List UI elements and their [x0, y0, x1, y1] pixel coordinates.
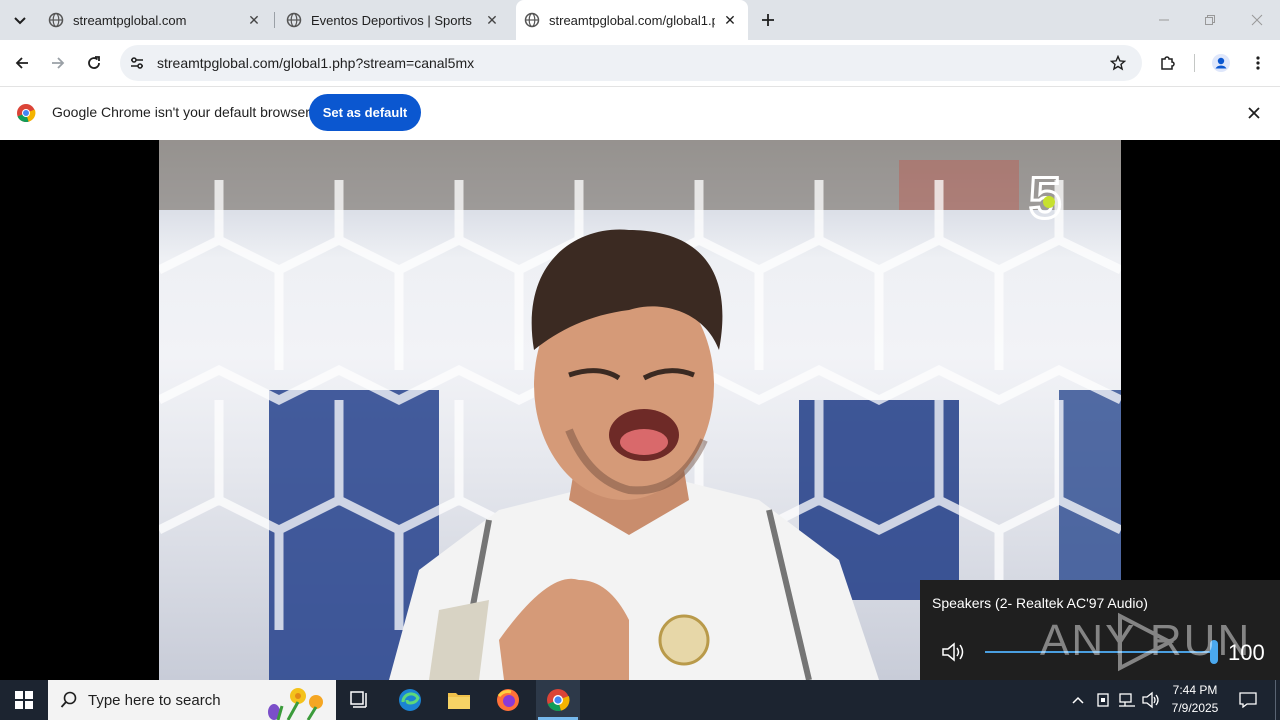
close-window-button[interactable]: [1234, 0, 1280, 40]
tab-search-button[interactable]: [6, 6, 34, 34]
bookmark-button[interactable]: [1104, 49, 1132, 77]
tab-title: Eventos Deportivos | Sports Eve: [311, 12, 476, 28]
puzzle-icon: [1161, 56, 1175, 70]
close-icon: [1251, 14, 1263, 26]
more-vert-icon: [1256, 56, 1260, 70]
notification-center-button[interactable]: [1228, 680, 1268, 720]
chrome-icon: [547, 689, 570, 712]
clock-date[interactable]: 7/9/2025: [1166, 701, 1224, 715]
toolbar-divider: [1194, 54, 1195, 72]
task-view-button[interactable]: [340, 680, 380, 720]
tune-icon: [131, 57, 143, 69]
edge-icon: [399, 689, 421, 711]
start-button[interactable]: [0, 680, 48, 720]
clock-time[interactable]: 7:44 PM: [1166, 683, 1224, 697]
device-tray-icon[interactable]: [1095, 692, 1111, 708]
task-view-icon: [350, 691, 367, 708]
channel-logo-star-icon: [1043, 196, 1055, 208]
reload-icon: [88, 56, 100, 69]
anyrun-watermark: ANY RUN: [1040, 612, 1249, 672]
search-placeholder: Type here to search: [88, 692, 221, 709]
tab-1[interactable]: streamtpglobal.com ✕: [40, 0, 272, 40]
site-info-button[interactable]: [123, 49, 151, 77]
search-icon: [60, 691, 77, 708]
plus-icon: [762, 14, 774, 26]
show-desktop-button[interactable]: [1275, 680, 1276, 720]
taskbar-edge[interactable]: [390, 680, 430, 720]
tab-divider: [274, 12, 275, 28]
taskbar-file-explorer[interactable]: [439, 680, 479, 720]
tab-3-active[interactable]: streamtpglobal.com/global1.ph ✕: [516, 0, 748, 40]
folder-icon: [448, 693, 470, 709]
tab-title: streamtpglobal.com: [73, 12, 187, 28]
search-highlight-flowers-icon: [268, 688, 323, 720]
restore-icon: [1205, 15, 1215, 25]
volume-tray-icon[interactable]: [1141, 691, 1161, 709]
windows-logo-icon: [15, 691, 33, 709]
globe-icon: [524, 12, 540, 28]
close-icon[interactable]: ✕: [722, 12, 738, 28]
set-as-default-button[interactable]: Set as default: [309, 94, 421, 131]
taskbar-chrome-active[interactable]: [536, 680, 580, 720]
close-icon: [1248, 107, 1260, 119]
extensions-button[interactable]: [1154, 49, 1182, 77]
close-icon[interactable]: ✕: [246, 12, 262, 28]
chevron-down-icon: [14, 17, 26, 25]
reload-button[interactable]: [80, 49, 108, 77]
chrome-logo-icon: [17, 104, 36, 123]
globe-icon: [48, 12, 64, 28]
arrow-left-icon: [15, 57, 28, 69]
firefox-icon: [497, 689, 519, 711]
network-icon[interactable]: [1118, 692, 1136, 708]
minimize-icon: [1159, 19, 1169, 21]
audio-device-name[interactable]: Speakers (2- Realtek AC'97 Audio): [932, 595, 1148, 611]
arrow-right-icon: [52, 57, 65, 69]
mute-button[interactable]: [940, 638, 968, 666]
url-text[interactable]: streamtpglobal.com/global1.php?stream=ca…: [157, 54, 474, 72]
globe-icon: [286, 12, 302, 28]
notification-icon: [1239, 692, 1257, 708]
back-button[interactable]: [8, 49, 36, 77]
close-icon[interactable]: ✕: [484, 12, 500, 28]
tab-title: streamtpglobal.com/global1.ph: [549, 12, 715, 28]
infobar-message: Google Chrome isn't your default browser: [52, 104, 310, 120]
star-icon: [1110, 55, 1126, 71]
taskbar-firefox[interactable]: [488, 680, 528, 720]
tab-2[interactable]: Eventos Deportivos | Sports Eve ✕: [278, 0, 510, 40]
profile-button[interactable]: [1207, 49, 1235, 77]
new-tab-button[interactable]: [754, 6, 782, 34]
chevron-up-icon: [1072, 696, 1084, 704]
avatar-icon: [1212, 54, 1230, 72]
speaker-icon: [942, 642, 964, 662]
infobar-close-button[interactable]: [1240, 99, 1268, 127]
menu-button[interactable]: [1244, 49, 1272, 77]
minimize-button[interactable]: [1141, 0, 1187, 40]
show-hidden-icons-button[interactable]: [1068, 690, 1088, 710]
watermark-text: ANY RUN: [1040, 616, 1252, 665]
forward-button[interactable]: [44, 49, 72, 77]
restore-button[interactable]: [1187, 0, 1233, 40]
